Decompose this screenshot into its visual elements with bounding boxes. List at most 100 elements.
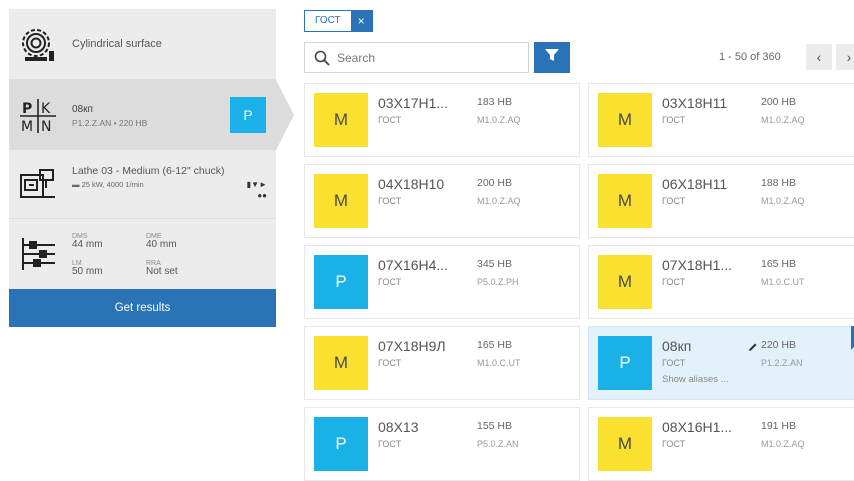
material-hardness: 220 HB	[761, 339, 797, 351]
material-hardness: 165 HB	[761, 258, 797, 270]
param-value: 50 mm	[72, 266, 103, 277]
param-dms: DMS 44 mm	[72, 233, 103, 250]
material-hardness: 183 HB	[477, 96, 513, 108]
material-standard: ГОСТ	[662, 358, 686, 368]
show-aliases-link[interactable]: Show aliases ...	[662, 374, 729, 385]
material-code: M1.0.Z.AQ	[761, 196, 805, 206]
material-group-badge: P	[230, 97, 266, 133]
material-group-badge: M	[314, 174, 368, 228]
material-group-icon: P K M N	[19, 97, 57, 140]
machine-row[interactable]: Lathe 03 - Medium (6-12" chuck) ▬ 25 kW,…	[9, 150, 276, 219]
material-icon-letter: P	[22, 101, 32, 117]
material-name: 08X13	[378, 419, 419, 435]
material-group-badge: M	[598, 93, 652, 147]
material-name: 07X18H9Л	[378, 338, 446, 354]
param-value: 44 mm	[72, 239, 103, 250]
material-hardness: 188 HB	[761, 177, 797, 189]
filter-button[interactable]	[534, 42, 570, 73]
material-card[interactable]: M 03X17H1... ГОСТ 183 HB M1.0.Z.AQ	[304, 83, 580, 157]
material-card[interactable]: M 04X18H10 ГОСТ 200 HB M1.0.Z.AQ	[304, 164, 580, 238]
material-icon-letter: N	[41, 119, 51, 135]
material-standard: ГОСТ	[378, 439, 402, 449]
material-icon-letter: K	[41, 101, 51, 117]
surface-row[interactable]: Cylindrical surface	[9, 9, 276, 80]
material-standard: ГОСТ	[378, 358, 402, 368]
param-value: 40 mm	[146, 239, 177, 250]
material-name: 08X16H1...	[662, 419, 733, 435]
material-code: P5.0.Z.AN	[477, 439, 519, 449]
material-card[interactable]: P 08кп ГОСТ 220 HB P1.2.Z.AN Show aliases ...	[588, 326, 854, 400]
material-group-badge: P	[314, 255, 368, 309]
material-standard: ГОСТ	[662, 196, 686, 206]
material-group-badge: M	[598, 174, 652, 228]
prev-page-button[interactable]: ‹	[806, 44, 832, 70]
material-standard: ГОСТ	[378, 196, 402, 206]
material-standard: ГОСТ	[662, 115, 686, 125]
funnel-icon	[544, 47, 560, 68]
filter-chip: ГОСТ ×	[304, 10, 373, 32]
material-standard: ГОСТ	[378, 277, 402, 287]
material-spec: P1.2.Z.AN • 220 HB	[72, 118, 148, 128]
material-icon-letter: M	[21, 119, 33, 135]
pencil-icon[interactable]	[748, 339, 758, 357]
material-name: 06X18H11	[662, 176, 728, 192]
param-lm: LM 50 mm	[72, 260, 103, 277]
material-group-badge: P	[314, 417, 368, 471]
selected-row-pointer	[276, 80, 294, 150]
material-card[interactable]: M 03X18H11 ГОСТ 200 HB M1.0.Z.AQ	[588, 83, 854, 157]
material-code: M1.0.Z.AQ	[477, 115, 521, 125]
material-hardness: 200 HB	[761, 96, 797, 108]
material-standard: ГОСТ	[662, 439, 686, 449]
material-hardness: 200 HB	[477, 177, 513, 189]
material-name: 03X17H1...	[378, 95, 449, 111]
search-box	[304, 42, 529, 73]
remove-filter-button[interactable]: ×	[350, 11, 372, 31]
material-code: M1.0.Z.AQ	[761, 115, 805, 125]
material-code: P1.2.Z.AN	[761, 358, 803, 368]
material-group-badge: M	[314, 336, 368, 390]
material-group-badge: M	[598, 255, 652, 309]
material-card[interactable]: P 08X13 ГОСТ 155 HB P5.0.Z.AN	[304, 407, 580, 481]
power-icon: ▬	[72, 180, 80, 189]
material-hardness: 155 HB	[477, 420, 513, 432]
material-group-badge: P	[598, 336, 652, 390]
material-group-badge: M	[314, 93, 368, 147]
material-standard: ГОСТ	[662, 277, 686, 287]
material-name: 03X18H11	[662, 95, 728, 111]
material-name: 04X18H10	[378, 176, 445, 192]
next-page-button[interactable]: ›	[836, 44, 854, 70]
material-code: P5.0.Z.PH	[477, 277, 519, 287]
material-row[interactable]: P K M N 08кп P1.2.Z.AN • 220 HB P	[9, 80, 276, 150]
cylindrical-surface-icon	[19, 26, 59, 69]
material-code: M1.0.Z.AQ	[477, 196, 521, 206]
tool-holders-icon: ▮▼► ●●	[246, 180, 267, 200]
material-hardness: 191 HB	[761, 420, 797, 432]
material-grade: 08кп	[72, 104, 93, 115]
material-name: 08кп	[662, 338, 692, 354]
get-results-button[interactable]: Get results	[9, 289, 276, 327]
selection-panel: Cylindrical surface P K M N 08кп P1.2.Z.…	[9, 9, 276, 327]
machine-spec: ▬ 25 kW, 4000 1/min	[72, 180, 144, 189]
material-card[interactable]: M 07X18H1... ГОСТ 165 HB M1.0.C.UT	[588, 245, 854, 319]
material-name: 07X18H1...	[662, 257, 733, 273]
search-input[interactable]	[337, 49, 522, 67]
lathe-icon	[19, 166, 57, 207]
material-code: M1.0.Z.AQ	[761, 439, 805, 449]
material-card[interactable]: M 07X18H9Л ГОСТ 165 HB M1.0.C.UT	[304, 326, 580, 400]
material-card[interactable]: P 07X16H4... ГОСТ 345 HB P5.0.Z.PH	[304, 245, 580, 319]
machine-spec-text: 25 kW, 4000 1/min	[81, 180, 144, 189]
material-code: M1.0.C.UT	[761, 277, 805, 287]
material-hardness: 345 HB	[477, 258, 513, 270]
machine-name: Lathe 03 - Medium (6-12" chuck)	[72, 165, 225, 177]
surface-label: Cylindrical surface	[72, 38, 162, 50]
material-group-badge: M	[598, 417, 652, 471]
search-icon	[314, 50, 330, 71]
param-value: Not set	[146, 266, 178, 277]
material-card[interactable]: M 06X18H11 ГОСТ 188 HB M1.0.Z.AQ	[588, 164, 854, 238]
material-name: 07X16H4...	[378, 257, 449, 273]
material-card[interactable]: M 08X16H1... ГОСТ 191 HB M1.0.Z.AQ	[588, 407, 854, 481]
params-row[interactable]: DMS 44 mm DME 40 mm LM 50 mm RRA Not set	[9, 219, 276, 289]
filter-chip-label: ГОСТ	[305, 11, 351, 31]
pagination-range: 1 - 50 of 360	[719, 51, 781, 63]
cutting-params-icon	[19, 236, 59, 277]
